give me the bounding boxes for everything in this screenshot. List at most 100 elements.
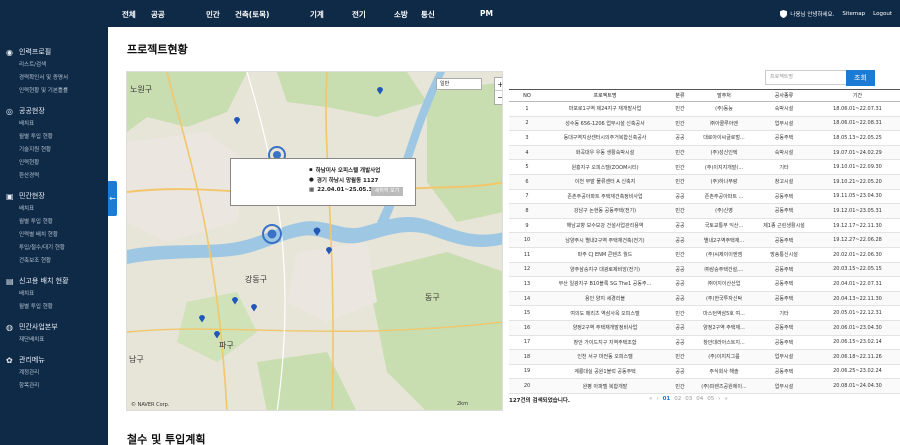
sidebar-item[interactable]: 건축보조 현황 [0,255,108,268]
map-type-select[interactable]: 일반 [436,78,482,90]
logout-link[interactable]: Logout [873,11,892,17]
sidebar-item[interactable]: 인력현황 [0,157,108,170]
page-link[interactable]: 05 [707,396,714,402]
table-row[interactable]: 6 이천 부발 물류센터 A 신축지 민간 (주)하나푸랑 창고시설 19.10.21~2… [509,174,900,190]
page-link[interactable]: » [724,396,727,402]
table-cell: ㈜이지이산산업 [695,276,753,292]
table-cell: 양정2구역 주택재개발정비사업 [545,320,665,336]
project-table: NO 프로젝트명 분류 발주처 공사종류 기간 1 마포로1구역 제24지구 재개발사업 민간… [509,89,900,394]
page-link[interactable]: 04 [696,396,703,402]
table-row[interactable]: 9 해남교향 보수보강 건설사업관리용역 공공 국토교통부 익산... 제1종 근린생활… [509,218,900,234]
sidebar: ◉ 인력프로필 리스트/검색 경력확인서 및 증명서 인력현황 및 기본틀률 ◎ 공공현장 배… [0,0,108,445]
sidebar-section-head[interactable]: ▤ 신고용 배치 현황 [0,274,108,288]
table-cell: 용인 양지 세경리블 [545,291,665,307]
sidebar-section-head[interactable]: ◎ 공공현장 [0,104,108,118]
sidebar-item[interactable]: 월별 투입 현황 [0,216,108,229]
popup-name: 하남미사 오피스텔 개발사업 [315,168,381,174]
sidebar-item[interactable]: 배치표 [0,203,108,216]
table-row[interactable]: 7 존촌주공아파트 주택재건축정비사업 공공 존촌주공아파트 ... 공동주택 19.11… [509,189,900,205]
search-button[interactable]: 조회 [846,70,875,86]
table-row[interactable]: 1 마포로1구역 제24지구 재개발사업 민간 (주)동능 숙박시설 18.06.01~2… [509,101,900,117]
project-search-input[interactable]: 프로젝트명 [765,70,847,85]
map-place-label: 노원구 [130,85,153,94]
project-popup: ▪ 하남미사 오피스텔 개발사업 ● 경기 하남시 망월동 1127 ▦ 22.04.… [230,158,416,206]
sidebar-section-head[interactable]: ◍ 민간사업본부 [0,320,108,334]
sidebar-item[interactable]: 배치표 [0,118,108,131]
zoom-out-button[interactable]: − [495,91,502,104]
table-row[interactable]: 11 파주 CJ ENM 콘텐츠 월드 민간 (주)씨제이이엔엠 방송통신시설 20.02… [509,247,900,263]
table-row[interactable]: 15 여의도 메리츠 역삼사옥 오피스텔 민간 마스턴역삼5호 여... 기타 20.05… [509,305,900,321]
sidebar-section-head[interactable]: ✿ 관리메뉴 [0,353,108,367]
nav-item[interactable]: 전기 [352,9,366,20]
zoom-in-button[interactable]: + [495,78,502,91]
sidebar-section-head[interactable]: ▣ 민간현장 [0,189,108,203]
table-cell: 18.06.01~22.07.31 [815,101,900,117]
sidebar-item[interactable]: 배치표 [0,288,108,301]
table-row[interactable]: 8 강남구 논현동 공동주택(전기) 민간 (주)신영 공동주택 19.12.01~23.… [509,203,900,219]
sitemap-link[interactable]: Sitemap [842,11,865,17]
nav-item[interactable]: 통신 [421,9,435,20]
table-cell: (주)피렌즈공원에이... [695,378,753,394]
nav-item[interactable]: PM [480,9,493,18]
table-row[interactable]: 18 인천 서구 마전동 오피스텔 민간 (주)이지지그룹 업무시설 20.06.18~2… [509,349,900,365]
sidebar-item[interactable]: 재단배치표 [0,334,108,347]
project-map[interactable]: 노원구성동구강동구동구남구파구 일반 + − ▪하남미사 오피스텔 개발사업 ●… [126,71,503,411]
table-row[interactable]: 5 원흥지구 오피스텔(ZOOM시티) 민간 (주)이지지개발(... 기타 19.10.… [509,159,900,175]
table-cell: 대로아이씨글로벌... [695,130,753,146]
sidebar-section-head[interactable]: ◉ 인력프로필 [0,45,108,59]
column-header: 기간 [815,89,900,102]
sidebar-collapse-button[interactable]: ← [108,181,117,216]
table-header: NO 프로젝트명 분류 발주처 공사종류 기간 [509,89,900,102]
table-row[interactable]: 4 화곡대우 우동 생활숙박시설 민간 (주)성신인텍 숙박시설 19.07.01~24.… [509,145,900,161]
sidebar-item[interactable]: 월별 투입 현황 [0,301,108,314]
sidebar-item[interactable]: 인력현황 및 기본틀률 [0,85,108,98]
table-cell: 마포로1구역 제24지구 재개발사업 [545,101,665,117]
page-link[interactable]: ‹ [656,396,658,402]
sidebar-item[interactable]: 인력별 배치 현황 [0,229,108,242]
table-cell: 기타 [753,305,815,321]
table-cell: (주)이지지그룹 [695,349,753,365]
nav-item[interactable]: 전체 [122,9,136,20]
table-row[interactable]: 16 양정2구역 주택재개발정비사업 공공 양정2구역 주택재... 공동주택 20.06… [509,320,900,336]
table-cell: 인천 서구 마전동 오피스텔 [545,349,665,365]
table-row[interactable]: 19 계룡대실 공원1블럭 공동주택 공공 주식회사 해솔 공동주택 20.06.25~2… [509,364,900,380]
table-cell: 민간 [665,305,695,321]
popup-detail-button[interactable]: 세히히 보기 [371,187,403,196]
pin-icon: ● [309,177,314,183]
page-title: 프로젝트현황 [127,43,188,56]
table-cell: (주)한국투자신탁 [695,291,753,307]
sidebar-item[interactable]: 계정관리 [0,367,108,380]
table-row[interactable]: 14 용인 양지 세경리블 공공 (주)한국투자신탁 공동주택 20.04.13~22.1… [509,291,900,307]
sidebar-item[interactable]: 투입/철수/대기 현황 [0,242,108,255]
table-cell: 완평 아파텔 복합개발 [545,378,665,394]
map-place-label: 파구 [219,341,234,350]
nav-item[interactable]: 건축(토목) [235,9,269,20]
table-row[interactable]: 10 남양주시 별내2구역 주택재건축(전기) 공공 별내2구역주택재... 공동주택 1… [509,232,900,248]
page-link[interactable]: 01 [663,396,671,402]
sidebar-item[interactable]: 경력확인서 및 증명서 [0,72,108,85]
page-link[interactable]: 03 [685,396,692,402]
table-row[interactable]: 17 창안 가이드지구 지역주택조합 공공 창안대라아스트지... 공동주택 20.06.… [509,335,900,351]
nav-item[interactable]: 기계 [310,9,324,20]
sidebar-item[interactable]: 환산경력 [0,170,108,183]
table-row[interactable]: 13 부산 일광지구 B10블록 SG The1 공동주... 공공 ㈜이지이산산업 공… [509,276,900,292]
page-link[interactable]: « [649,396,652,402]
nav-item[interactable]: 소방 [394,9,408,20]
page-link[interactable]: › [718,396,720,402]
sidebar-item[interactable]: 월별 투입 현황 [0,131,108,144]
table-cell: (주)씨제이이엔엠 [695,247,753,263]
table-row[interactable]: 2 성수동 656-1206 업무시설 신축공사 민간 ㈜아콜루아엔 업무시설 18.06… [509,116,900,132]
sidebar-item[interactable]: 기술지원 현황 [0,144,108,157]
table-cell: 20.06.01~23.04.30 [815,320,900,336]
nav-item[interactable]: 민간 [206,9,220,20]
table-row[interactable]: 20 완평 아파텔 복합개발 민간 (주)피렌즈공원에이... 업무시설 20.08.01… [509,378,900,394]
table-row[interactable]: 12 양주삼숭지구 대광로제비앙(전기) 공공 ㈜삼숭주택건설,... 공동주택 20.0… [509,262,900,278]
building-icon: ▪ [309,167,313,173]
nav-item[interactable]: 공공 [151,9,165,20]
page-link[interactable]: 02 [674,396,681,402]
table-row[interactable]: 3 동대구역지상센터시의주거복합신축공사 공공 대로아이씨글로벌... 공동주택 18.0… [509,130,900,146]
table-cell: 공공 [665,320,695,336]
sidebar-item[interactable]: 항목관리 [0,380,108,393]
table-cell: 민간 [665,203,695,219]
sidebar-item[interactable]: 리스트/검색 [0,59,108,72]
